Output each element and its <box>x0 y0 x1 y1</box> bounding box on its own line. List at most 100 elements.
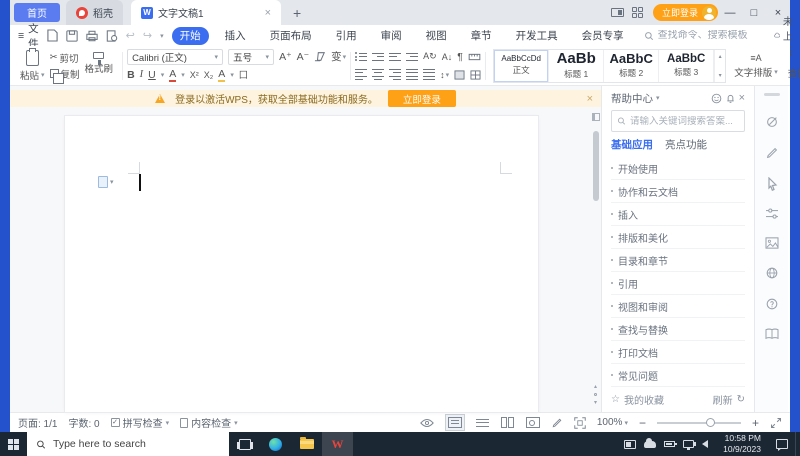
clear-format-icon[interactable] <box>314 51 326 62</box>
word-count[interactable]: 字数: 0 <box>68 415 99 430</box>
tab-view[interactable]: 视图 <box>418 27 455 45</box>
home-tab-button[interactable]: 首页 <box>14 3 60 22</box>
book-view-icon[interactable] <box>500 417 515 428</box>
char-border-button[interactable]: 囗 <box>239 68 248 81</box>
close-tab-icon[interactable]: × <box>265 7 271 19</box>
grow-font-button[interactable]: A⁺ <box>279 51 292 63</box>
style-heading1[interactable]: AaBb 标题 1 <box>549 49 605 82</box>
help-item[interactable]: 开始使用 <box>611 157 745 180</box>
login-button[interactable]: 立即登录 <box>652 4 718 21</box>
vertical-scrollbar[interactable]: ▴ ▾ <box>590 107 601 412</box>
distribute-icon[interactable] <box>423 68 436 81</box>
apps-grid-icon[interactable] <box>631 7 643 18</box>
format-painter-button[interactable]: 格式刷 <box>80 52 119 75</box>
style-normal[interactable]: AaBbCcDd 正文 <box>494 49 550 82</box>
edit-mode-icon[interactable] <box>551 417 563 429</box>
bold-button[interactable]: B <box>127 69 135 81</box>
style-heading3[interactable]: AaBbC 标题 3 <box>659 49 715 82</box>
cursor-select-icon[interactable] <box>766 177 778 191</box>
superscript-button[interactable]: X² <box>190 70 199 80</box>
assistant-icon[interactable] <box>765 115 779 129</box>
tab-developer[interactable]: 开发工具 <box>508 27 566 45</box>
redo-icon[interactable]: ↪ <box>143 29 152 42</box>
ruler-toggle-icon[interactable] <box>591 113 600 121</box>
underline-button[interactable]: U <box>148 69 156 81</box>
help-item[interactable]: 插入 <box>611 203 745 226</box>
taskbar-search[interactable] <box>27 432 229 456</box>
tab-page-layout[interactable]: 页面布局 <box>262 27 320 45</box>
close-help-icon[interactable]: × <box>739 92 745 104</box>
fit-page-icon[interactable] <box>574 416 586 429</box>
document-canvas[interactable]: ▾ ▴ ▾ <box>10 107 601 412</box>
print-icon[interactable] <box>85 30 98 42</box>
taskbar-clock[interactable]: 10:58 PM 10/9/2023 <box>715 432 769 456</box>
new-document-icon[interactable] <box>47 29 58 42</box>
rail-drag-handle[interactable] <box>763 93 780 96</box>
borders-icon[interactable] <box>470 69 481 80</box>
adjust-icon[interactable] <box>765 208 779 220</box>
help-item[interactable]: 视图和审阅 <box>611 295 745 318</box>
style-heading2[interactable]: AaBbC 标题 2 <box>604 49 660 82</box>
next-page-icon[interactable]: ▾ <box>594 399 597 406</box>
tab-home[interactable]: 开始 <box>171 26 209 45</box>
subscript-button[interactable]: X₂ <box>204 70 214 80</box>
print-preview-icon[interactable] <box>106 29 118 42</box>
shading-icon[interactable] <box>454 69 465 80</box>
increase-indent-icon[interactable] <box>406 52 419 61</box>
login-now-button[interactable]: 立即登录 <box>387 90 456 107</box>
paragraph-mark-icon[interactable]: ¶ <box>457 51 463 63</box>
help-item[interactable]: 排版和美化 <box>611 226 745 249</box>
help-item[interactable]: 引用 <box>611 272 745 295</box>
select-browse-icon[interactable] <box>593 393 597 396</box>
zoom-slider[interactable] <box>656 417 741 427</box>
scrollbar-thumb[interactable] <box>592 131 599 201</box>
book-icon[interactable] <box>764 328 779 340</box>
minimize-button[interactable]: — <box>718 0 742 25</box>
document-tab[interactable]: W 文字文稿1 × <box>131 0 281 25</box>
command-search[interactable] <box>644 30 766 41</box>
help-search-input[interactable] <box>629 115 739 127</box>
show-desktop-button[interactable] <box>795 432 800 456</box>
ruler-icon[interactable] <box>468 53 481 61</box>
start-button[interactable] <box>0 432 27 456</box>
highlight-button[interactable]: A <box>218 68 226 82</box>
tab-member[interactable]: 会员专享 <box>574 27 632 45</box>
favorites-link[interactable]: 我的收藏 <box>624 392 664 407</box>
feedback-smiley-icon[interactable] <box>711 93 722 104</box>
taskbar-search-input[interactable] <box>52 438 220 450</box>
undo-icon[interactable]: ↩ <box>126 29 135 42</box>
previous-page-icon[interactable]: ▴ <box>594 383 597 390</box>
outline-view-icon[interactable] <box>475 417 490 428</box>
action-center-button[interactable] <box>769 432 795 456</box>
decrease-indent-icon[interactable] <box>389 52 402 61</box>
help-search-box[interactable] <box>611 110 745 132</box>
justify-icon[interactable] <box>406 68 419 81</box>
tab-references[interactable]: 引用 <box>328 27 365 45</box>
bell-icon[interactable] <box>725 93 736 104</box>
zoom-slider-knob[interactable] <box>705 417 715 427</box>
font-color-button[interactable]: A <box>169 68 177 82</box>
scroll-up-icon[interactable]: ▴ <box>719 53 722 60</box>
tab-insert[interactable]: 插入 <box>217 27 254 45</box>
copy-button[interactable]: 复制 <box>49 67 80 84</box>
new-tab-button[interactable]: + <box>293 5 301 21</box>
shrink-font-button[interactable]: A⁻ <box>297 51 310 63</box>
seal-icon[interactable] <box>765 266 779 280</box>
speaker-icon[interactable] <box>693 440 709 448</box>
paste-button[interactable]: 粘贴 ▾ <box>15 47 50 82</box>
line-spacing-icon[interactable]: ↕ ▾ <box>440 70 449 80</box>
command-search-input[interactable] <box>657 30 766 41</box>
image-icon[interactable] <box>764 237 779 249</box>
tab-basic-usage[interactable]: 基础应用 <box>611 137 653 152</box>
tab-highlight-features[interactable]: 亮点功能 <box>665 137 707 152</box>
quickbar-dropdown-icon[interactable]: ▾ <box>160 32 164 40</box>
pen-icon[interactable] <box>765 146 779 160</box>
window-switch-icon[interactable] <box>610 8 624 17</box>
zoom-out-button[interactable]: − <box>639 416 646 430</box>
docer-tab[interactable]: 稻壳 <box>66 0 123 25</box>
font-size-select[interactable]: 五号 ▾ <box>228 48 275 65</box>
bullet-list-icon[interactable] <box>355 52 368 61</box>
web-view-icon[interactable] <box>525 417 540 428</box>
star-icon[interactable]: ☆ <box>611 394 620 405</box>
eye-protection-icon[interactable] <box>420 418 434 428</box>
